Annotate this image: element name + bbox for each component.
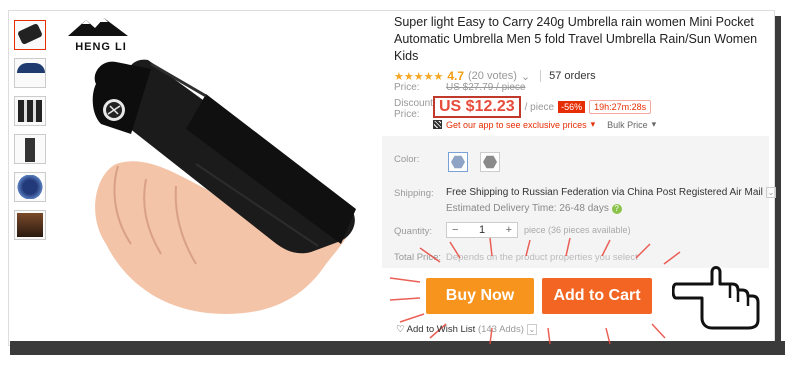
chevron-down-icon[interactable]: ⌄ [526,324,538,335]
current-price: US $12.23 [433,96,521,118]
wishlist-text[interactable]: Add to Wish List [407,324,476,335]
wishlist-count: (143 Adds) [477,324,524,335]
heart-icon[interactable]: ♡ [396,324,405,335]
quantity-stepper[interactable]: − 1 + [446,222,518,238]
discount-badge: -56% [558,101,586,113]
shipping-text: Free Shipping to Russian Federation via … [446,187,763,198]
chevron-down-icon[interactable]: ▾ [652,119,657,130]
thumbnail-3[interactable] [14,96,46,126]
price-row: Price: [394,82,420,93]
help-icon[interactable]: ? [611,204,622,214]
color-label: Color: [394,154,420,165]
shipping-label: Shipping: [394,188,434,199]
pieces-available: piece (36 pieces available) [524,225,631,235]
logo-text: HENG LI [75,41,127,53]
thumbnail-5[interactable] [14,172,46,202]
old-price: US $27.79 / piece [446,82,526,93]
total-price-text: Depends on the product properties you se… [446,252,638,263]
quantity-minus-button[interactable]: − [452,224,458,236]
thumbnail-1[interactable] [14,20,46,50]
chevron-down-icon[interactable]: ⌄ [765,187,777,198]
quantity-input[interactable]: 1 [479,224,485,236]
discount-price-label: Discount Price: [394,98,433,120]
app-price-row: Get our app to see exclusive prices ▾ Bu… [433,119,656,130]
add-to-cart-button[interactable]: Add to Cart [542,278,652,314]
quantity-label: Quantity: [394,226,433,237]
delivery-info: Estimated Delivery Time: 26-48 days ? [446,203,622,214]
countdown-timer: 19h:27m:28s [589,100,652,114]
chevron-down-icon[interactable]: ⌄ [521,70,530,83]
app-exclusive-link[interactable]: Get our app to see exclusive prices [446,120,587,130]
thumbnail-list [14,20,50,248]
product-image[interactable] [56,14,380,340]
pointing-hand-icon [672,266,760,330]
product-info: Super light Easy to Carry 240g Umbrella … [394,14,769,83]
price-unit: / piece [524,101,555,113]
product-title: Super light Easy to Carry 240g Umbrella … [394,15,758,63]
orders-count: 57 orders [540,70,596,82]
delivery-label: Estimated Delivery Time: [446,203,557,214]
thumbnail-4[interactable] [14,134,46,164]
options-panel [382,136,769,268]
votes-link[interactable]: (20 votes) [468,70,517,82]
price-label: Price: [394,82,420,93]
quantity-plus-button[interactable]: + [506,224,512,236]
rating-score: 4.7 [447,69,464,83]
color-swatch-gray[interactable] [480,152,500,172]
discount-price-row: US $12.23 / piece -56% 19h:27m:28s [433,96,652,118]
delivery-value: 26-48 days [559,203,609,214]
bulk-price-link[interactable]: Bulk Price [607,120,648,130]
brand-logo: HENG LI [68,18,134,53]
thumbnail-2[interactable] [14,58,46,88]
shipping-info: Free Shipping to Russian Federation via … [446,187,777,198]
color-swatch-blue[interactable] [448,152,468,172]
rating-row: ★★★★★ 4.7 (20 votes) ⌄ 57 orders [394,69,769,83]
total-price-label: Total Price: [394,252,441,263]
qr-code-icon [433,120,442,129]
star-rating-icon: ★★★★★ [394,70,444,83]
bottom-shadow [10,341,785,355]
chevron-down-icon[interactable]: ▾ [591,119,596,130]
thumbnail-6[interactable] [14,210,46,240]
add-to-wishlist[interactable]: ♡ Add to Wish List (143 Adds) ⌄ [396,324,538,335]
mountain-icon [68,18,128,36]
buy-now-button[interactable]: Buy Now [426,278,534,314]
